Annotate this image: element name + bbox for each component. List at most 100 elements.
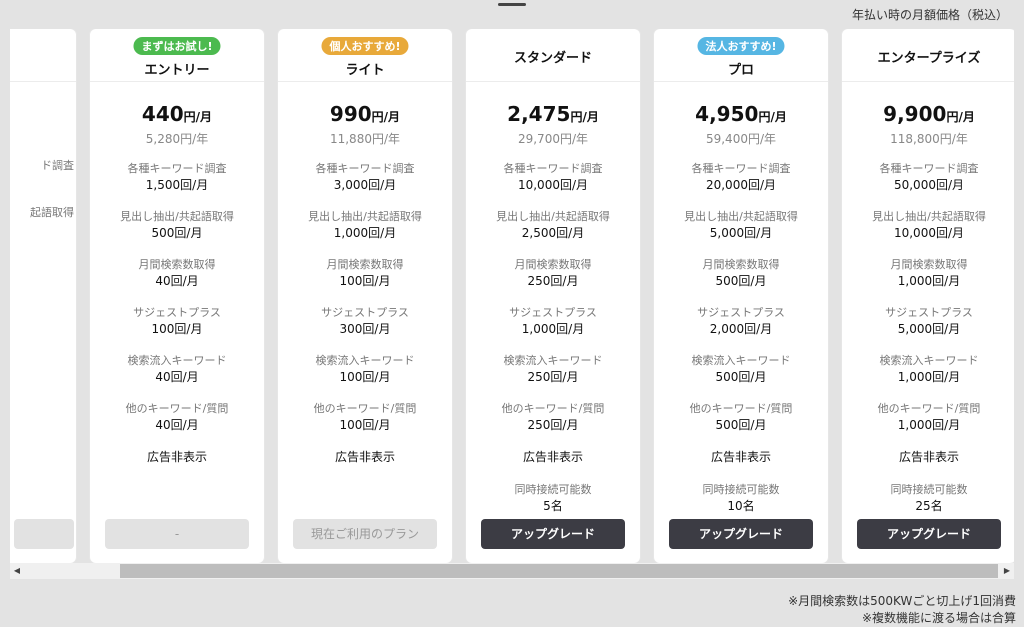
feature-item: 検索流入キーワード 40回/月 [90, 352, 264, 386]
feature-value: 2,000回/月 [709, 322, 773, 336]
feature-label: 各種キーワード調査 [691, 162, 791, 175]
price-amount: 2,475 [507, 102, 571, 126]
feature-item: サジェストプラス 2,000回/月 [654, 304, 828, 338]
feature-value: 1,500回/月 [145, 178, 209, 192]
yearly-price: 5,280円/年 [145, 132, 209, 146]
feature-item: 月間検索数取得 1,000回/月 [842, 256, 1014, 290]
scroll-right-arrow-icon[interactable]: ▶ [1000, 563, 1014, 579]
feature-value: 250回/月 [527, 274, 579, 288]
feature-label: 各種キーワード調査 [315, 162, 415, 175]
feature-value: 250回/月 [527, 418, 579, 432]
feature-item: 他のキーワード/質問 1,000回/月 [842, 400, 1014, 434]
feature-label: サジェストプラス [321, 306, 409, 319]
connections-value: 5名 [543, 499, 563, 513]
footnote-search-count: ※月間検索数は500KWごと切上げ1回消費 [788, 594, 1016, 608]
feature-value: 500回/月 [151, 226, 203, 240]
feature-item: 他のキーワード/質問 40回/月 [90, 400, 264, 434]
recommend-badge: まずはお試し! [133, 37, 221, 55]
price-amount: 9,900 [883, 102, 947, 126]
feature-item: サジェストプラス 100回/月 [90, 304, 264, 338]
concurrent-connections: 同時接続可能数 25名 [842, 481, 1014, 515]
feature-item: サジェストプラス 300回/月 [278, 304, 452, 338]
ad-free-label: 広告非表示 [522, 450, 583, 464]
connections-label: 同時接続可能数 [514, 483, 592, 496]
feature-value: 1,000回/月 [897, 418, 961, 432]
feature-label: 見出し抽出/共起語取得 [496, 210, 610, 223]
feature-value: 500回/月 [715, 418, 767, 432]
feature-value: 40回/月 [155, 370, 199, 384]
feature-label: 各種キーワード調査 [127, 162, 227, 175]
concurrent-connections: 同時接続可能数 10名 [654, 481, 828, 515]
feature-label: 他のキーワード/質問 [689, 402, 793, 415]
yearly-price: 29,700円/年 [517, 132, 589, 146]
feature-label: 検索流入キーワード [691, 354, 791, 367]
concurrent-connections: 同時接続可能数 5名 [466, 481, 640, 515]
scrollbar-thumb[interactable] [120, 564, 998, 578]
feature-item: 見出し抽出/共起語取得 2,500回/月 [466, 208, 640, 242]
feature-item: 他のキーワード/質問 500回/月 [654, 400, 828, 434]
recommend-badge: 個人おすすめ! [321, 37, 409, 55]
plan-button[interactable] [14, 519, 74, 549]
plan-card-standard: スタンダード 2,475円/月 29,700円/年 各種キーワード調査 10,000回/… [466, 29, 640, 563]
recommend-badge: 法人おすすめ! [697, 37, 785, 55]
feature-item: 他のキーワード/質問 100回/月 [278, 400, 452, 434]
feature-item: 月間検索数取得 40回/月 [90, 256, 264, 290]
upgrade-button[interactable]: アップグレード [481, 519, 625, 549]
plan-name: プロ [727, 63, 754, 78]
yearly-price: 118,800円/年 [890, 132, 968, 146]
feature-label: 月間検索数取得 [514, 258, 592, 271]
plan-name: エントリー [144, 63, 210, 78]
feature-label: 月間検索数取得 [702, 258, 780, 271]
feature-item: 月間検索数取得 250回/月 [466, 256, 640, 290]
scroll-left-arrow-icon[interactable]: ◀ [10, 563, 24, 579]
feature-label: 他のキーワード/質問 [501, 402, 605, 415]
feature-value: 1,000回/月 [521, 322, 585, 336]
upgrade-button[interactable]: アップグレード [669, 519, 813, 549]
feature-label: サジェストプラス [509, 306, 597, 319]
feature-value: 50,000回/月 [893, 178, 965, 192]
monthly-price: 990円/月 [278, 102, 452, 128]
ad-free-label: 広告非表示 [146, 450, 207, 464]
ad-free-label: 広告非表示 [710, 450, 771, 464]
feature-value: 1,000回/月 [897, 274, 961, 288]
current-plan-button[interactable]: 現在ご利用のプラン [293, 519, 437, 549]
plan-button[interactable]: - [105, 519, 249, 549]
feature-label: サジェストプラス [133, 306, 221, 319]
plan-card-header: 個人おすすめ! ライト [278, 29, 452, 82]
monthly-price: 440円/月 [90, 102, 264, 128]
feature-value: 2,500回/月 [521, 226, 585, 240]
feature-item: 各種キーワード調査 20,000回/月 [654, 160, 828, 194]
plan-cards-scroll-area[interactable]: ド調査 起語取得 まずはお試し! エントリー 440円/月 5,280円/年 各種キーワ… [10, 29, 1014, 564]
feature-value: 3,000回/月 [333, 178, 397, 192]
price-amount: 990 [329, 102, 372, 126]
feature-value: 1,000回/月 [333, 226, 397, 240]
yearly-price: 11,880円/年 [329, 132, 401, 146]
plan-card-pro: 法人おすすめ! プロ 4,950円/月 59,400円/年 各種キーワード調査 20,00… [654, 29, 828, 563]
feature-value: 40回/月 [155, 418, 199, 432]
feature-item: 各種キーワード調査 50,000回/月 [842, 160, 1014, 194]
feature-label: 検索流入キーワード [503, 354, 603, 367]
horizontal-scrollbar[interactable]: ◀ ▶ [10, 563, 1014, 579]
feature-value: 5,000回/月 [709, 226, 773, 240]
connections-label: 同時接続可能数 [890, 483, 968, 496]
price-unit: 円/月 [946, 110, 975, 124]
feature-label: 他のキーワード/質問 [125, 402, 229, 415]
feature-item: サジェストプラス 5,000回/月 [842, 304, 1014, 338]
ad-free-label: 広告非表示 [334, 450, 395, 464]
feature-item: 月間検索数取得 100回/月 [278, 256, 452, 290]
feature-item: 検索流入キーワード 100回/月 [278, 352, 452, 386]
feature-item: 検索流入キーワード 500回/月 [654, 352, 828, 386]
monthly-price: 2,475円/月 [466, 102, 640, 128]
feature-item: 見出し抽出/共起語取得 10,000回/月 [842, 208, 1014, 242]
upgrade-button[interactable]: アップグレード [857, 519, 1001, 549]
feature-item: 各種キーワード調査 10,000回/月 [466, 160, 640, 194]
plan-card-header: まずはお試し! エントリー [90, 29, 264, 82]
feature-value: 1,000回/月 [897, 370, 961, 384]
feature-value: 10,000回/月 [893, 226, 965, 240]
plan-name: エンタープライズ [877, 51, 981, 66]
feature-item: 見出し抽出/共起語取得 1,000回/月 [278, 208, 452, 242]
feature-label: 起語取得 [30, 206, 74, 219]
feature-value: 100回/月 [339, 418, 391, 432]
drag-handle[interactable] [498, 3, 526, 6]
feature-label: 検索流入キーワード [315, 354, 415, 367]
